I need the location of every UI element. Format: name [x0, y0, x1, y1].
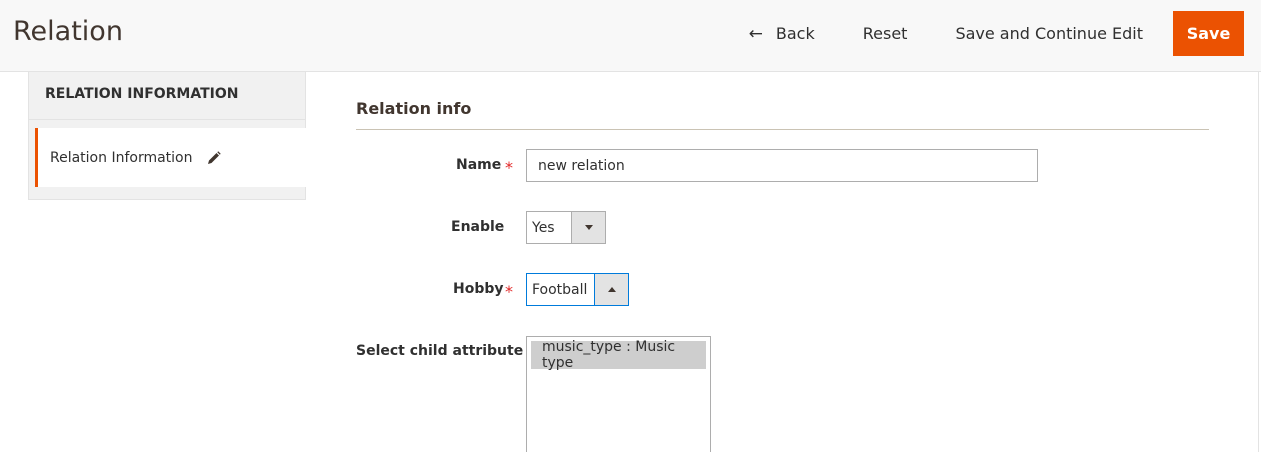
- page-title: Relation: [13, 16, 123, 47]
- page-header: Relation ← Back Reset Save and Continue …: [0, 0, 1261, 72]
- enable-label: Enable: [451, 219, 505, 235]
- back-button[interactable]: ← Back: [733, 11, 831, 56]
- sidebar: RELATION INFORMATION Relation Informatio…: [28, 72, 306, 200]
- hobby-required-star: *: [505, 282, 513, 301]
- pencil-icon: [207, 150, 221, 164]
- hobby-label: Hobby: [453, 281, 504, 297]
- fieldset-title: Relation info: [356, 99, 472, 118]
- sidebar-item-label: Relation Information: [50, 149, 193, 166]
- reset-button[interactable]: Reset: [847, 11, 924, 56]
- enable-select-value: Yes: [532, 219, 555, 236]
- arrow-left-icon: ←: [748, 23, 763, 44]
- save-and-continue-button[interactable]: Save and Continue Edit: [939, 11, 1159, 56]
- enable-select[interactable]: Yes: [526, 211, 606, 244]
- name-required-star: *: [505, 158, 513, 177]
- name-field[interactable]: [526, 149, 1038, 182]
- save-button[interactable]: Save: [1173, 11, 1244, 56]
- name-label: Name: [456, 157, 502, 173]
- child-attribute-label: Select child attribute: [356, 343, 524, 359]
- sidebar-title: RELATION INFORMATION: [29, 72, 305, 120]
- sidebar-item-relation-information[interactable]: Relation Information: [35, 128, 306, 187]
- chevron-up-icon: [607, 287, 616, 292]
- content-border: [1258, 72, 1259, 452]
- multiselect-option[interactable]: music_type : Music type: [531, 339, 706, 371]
- chevron-down-icon: [584, 225, 593, 230]
- hobby-select-value: Football: [532, 281, 588, 298]
- enable-select-toggle[interactable]: [571, 212, 605, 243]
- fieldset-divider: [356, 129, 1209, 130]
- child-attribute-multiselect[interactable]: music_type : Music type: [526, 336, 711, 452]
- page-actions: ← Back Reset Save and Continue Edit Save: [733, 11, 1244, 56]
- hobby-select[interactable]: Football: [526, 273, 629, 306]
- back-button-label: Back: [775, 24, 815, 43]
- hobby-select-toggle[interactable]: [594, 274, 628, 305]
